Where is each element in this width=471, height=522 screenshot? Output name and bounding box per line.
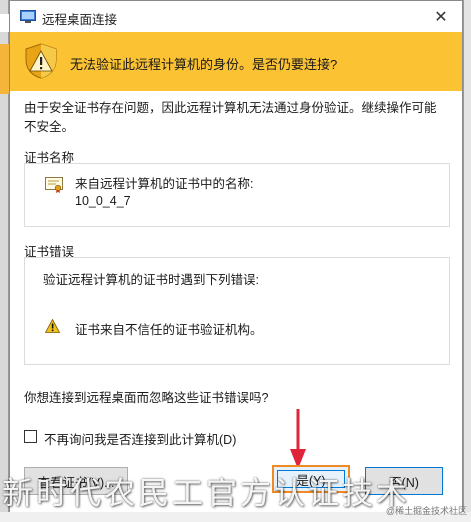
close-icon: ✕: [434, 8, 448, 26]
cert-name-value: 10_0_4_7: [75, 194, 131, 208]
background-app-left: [0, 0, 9, 522]
security-description: 由于安全证书存在问题，因此远程计算机无法通过身份验证。继续操作可能不安全。: [24, 101, 437, 134]
dont-ask-again-checkbox[interactable]: [24, 430, 37, 443]
title-bar[interactable]: 远程桌面连接 ✕: [10, 1, 462, 32]
cert-error-group: 验证远程计算机的证书时遇到下列错误: 证书来自不信任的证书验证机构。: [24, 257, 450, 365]
view-certificate-button[interactable]: 查看证书(V)...: [24, 467, 128, 495]
warning-icon: [45, 319, 60, 333]
background-app-strip: [0, 14, 9, 32]
warning-message: 无法验证此远程计算机的身份。是否仍要连接?: [70, 57, 338, 72]
cert-name-label: 来自远程计算机的证书中的名称:: [75, 177, 254, 191]
shield-warning-icon: [25, 43, 57, 79]
cert-name-group: 来自远程计算机的证书中的名称: 10_0_4_7: [24, 163, 450, 227]
background-app-accent: [0, 44, 9, 94]
certificate-icon: [45, 177, 63, 193]
cert-error-message: 证书来自不信任的证书验证机构。: [75, 323, 263, 337]
remote-desktop-certificate-dialog: 远程桌面连接 ✕ 无法验证此远程计算机的身份。是否仍要连接? 由于安全证书存在问…: [9, 0, 463, 522]
warning-banner: 无法验证此远程计算机的身份。是否仍要连接?: [10, 32, 462, 91]
taskbar-strip: [0, 512, 471, 522]
dont-ask-again-label[interactable]: 不再询问我是否连接到此计算机(D): [44, 429, 236, 448]
window-title: 远程桌面连接: [42, 13, 118, 27]
cert-error-intro: 验证远程计算机的证书时遇到下列错误:: [43, 273, 259, 287]
ignore-errors-question: 你想连接到远程桌面而忽略这些证书错误吗?: [24, 391, 269, 405]
remote-desktop-icon: [20, 10, 36, 23]
red-arrow-annotation: [290, 409, 306, 469]
no-button[interactable]: 否(N): [365, 467, 443, 495]
close-button[interactable]: ✕: [420, 1, 462, 32]
yes-button-focus-ring: [277, 470, 345, 488]
background-app-right: [463, 0, 471, 522]
yes-button[interactable]: 是(Y): [272, 465, 350, 493]
